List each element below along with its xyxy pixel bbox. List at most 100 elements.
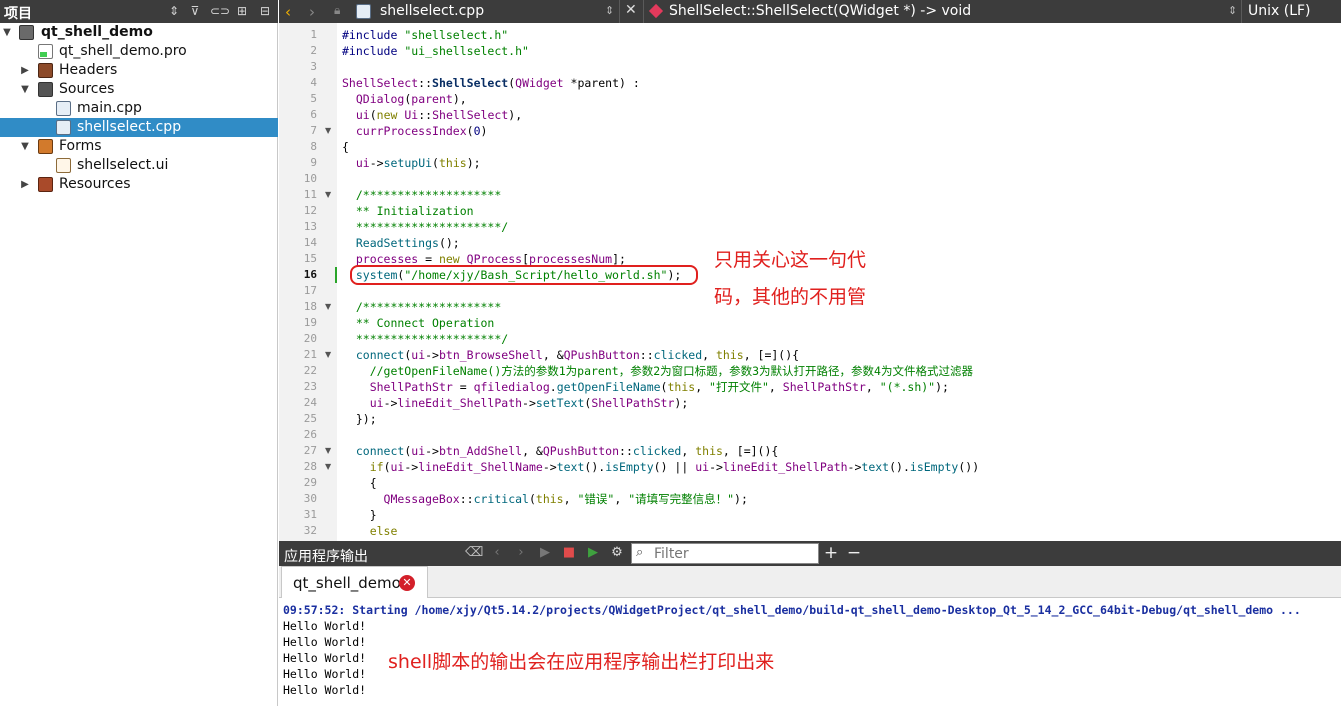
code-line: { xyxy=(342,476,377,490)
search-icon: ⌕ xyxy=(636,545,644,560)
filter-field[interactable]: ⌕ xyxy=(631,543,819,564)
code-line: currProcessIndex(0) xyxy=(355,124,488,138)
headers-folder-icon xyxy=(38,63,53,78)
tree-item-forms[interactable]: ▼ Forms xyxy=(0,137,278,156)
link-with-editor-icon[interactable]: ⊂⊃ xyxy=(210,3,230,19)
run-icon[interactable]: ▶ xyxy=(537,545,553,561)
previous-item-icon[interactable]: ‹ xyxy=(489,545,505,561)
fold-toggle-icon[interactable]: ▼ xyxy=(325,443,335,459)
fold-toggle-icon[interactable]: ▼ xyxy=(325,299,335,315)
forms-folder-icon xyxy=(38,139,53,154)
code-line: #include "shellselect.h" xyxy=(342,28,509,42)
code-line: ** Initialization xyxy=(342,204,474,218)
expand-arrow-icon[interactable]: ▼ xyxy=(1,23,13,42)
code-line: ReadSettings(); xyxy=(355,236,460,250)
line-number: 1 xyxy=(310,28,317,41)
line-number: 24 xyxy=(303,396,317,409)
tree-item-label: shellselect.ui xyxy=(77,157,169,173)
expand-arrow-icon[interactable]: ▼ xyxy=(19,80,31,99)
debug-run-icon[interactable]: ▶ xyxy=(585,545,601,561)
sources-folder-icon xyxy=(38,82,53,97)
tree-item-resources[interactable]: ▶ Resources xyxy=(0,175,278,194)
code-line: connect(ui->btn_BrowseShell, &QPushButto… xyxy=(355,348,800,362)
code-line: /******************** xyxy=(342,300,502,314)
updown-selector-icon[interactable]: ⇕ xyxy=(166,3,182,19)
tree-item-shellselect-cpp[interactable]: shellselect.cpp xyxy=(0,118,278,137)
fold-toggle-icon[interactable]: ▼ xyxy=(325,347,335,363)
code-line: ** Connect Operation xyxy=(342,316,495,330)
output-pane-title: 应用程序输出 xyxy=(284,549,368,565)
code-annotation-line1: 只用关心这一句代 xyxy=(714,249,867,271)
pro-file-icon xyxy=(38,44,53,59)
document-dropdown-icon[interactable]: ⇕ xyxy=(605,4,614,17)
next-item-icon[interactable]: › xyxy=(513,545,529,561)
tree-item-headers[interactable]: ▶ Headers xyxy=(0,61,278,80)
line-number: 25 xyxy=(303,412,317,425)
zoom-in-icon[interactable]: + xyxy=(823,545,839,562)
line-number: 28 xyxy=(303,460,317,473)
tree-item-label: Forms xyxy=(59,138,102,154)
code-line: { xyxy=(342,140,349,154)
navigate-back-icon[interactable]: ‹ xyxy=(285,3,291,21)
symbol-dropdown-icon[interactable]: ⇕ xyxy=(1228,4,1237,17)
tree-item-label: Sources xyxy=(59,81,115,97)
tree-item-label: shellselect.cpp xyxy=(77,119,182,135)
output-text-area[interactable]: 09:57:52: Starting /home/xjy/Qt5.14.2/pr… xyxy=(279,599,1341,706)
open-document-selector[interactable]: shellselect.cpp xyxy=(380,3,484,19)
code-line: QMessageBox::critical(this, "错误", "请填写完整… xyxy=(383,492,748,506)
code-line: if(ui->lineEdit_ShellName->text().isEmpt… xyxy=(369,460,980,474)
line-number: 6 xyxy=(310,108,317,121)
fold-toggle-icon[interactable]: ▼ xyxy=(325,123,335,139)
output-tab-bar: qt_shell_demo ✕ xyxy=(279,566,1341,598)
output-tab-qt-shell-demo[interactable]: qt_shell_demo ✕ xyxy=(281,566,428,598)
line-number: 3 xyxy=(310,60,317,73)
tree-item-pro-file[interactable]: qt_shell_demo.pro xyxy=(0,42,278,61)
tree-item-project[interactable]: ▼ qt_shell_demo xyxy=(0,23,278,42)
line-number: 4 xyxy=(310,76,317,89)
line-number: 8 xyxy=(310,140,317,153)
line-ending-selector[interactable]: Unix (LF) xyxy=(1248,3,1311,19)
tree-item-main-cpp[interactable]: main.cpp xyxy=(0,99,278,118)
line-number: 7 xyxy=(310,124,317,137)
tree-item-shellselect-ui[interactable]: shellselect.ui xyxy=(0,156,278,175)
close-tab-icon[interactable]: ✕ xyxy=(399,575,415,591)
code-annotation-line2: 码，其他的不用管 xyxy=(714,286,867,308)
line-number: 18 xyxy=(303,300,317,313)
split-pane-icon[interactable]: ⊞ xyxy=(234,3,250,19)
output-annotation: shell脚本的输出会在应用程序输出栏打印出来 xyxy=(388,651,775,673)
navigate-forward-icon[interactable]: › xyxy=(309,3,315,21)
line-number: 11 xyxy=(303,188,317,201)
collapsed-arrow-icon[interactable]: ▶ xyxy=(19,175,31,194)
fold-toggle-icon[interactable]: ▼ xyxy=(325,187,335,203)
project-pane-toolbar: 项目 ⇕ ⊽ ⊂⊃ ⊞ ⊟ xyxy=(0,0,278,23)
code-line: ui->lineEdit_ShellPath->setText(ShellPat… xyxy=(369,396,689,410)
line-number: 13 xyxy=(303,220,317,233)
output-line: Hello World! xyxy=(283,635,367,649)
stop-icon[interactable]: ■ xyxy=(561,545,577,561)
output-pane-toolbar: 应用程序输出 ⌫ ‹ › ▶ ■ ▶ ⚙ ⌕ + − xyxy=(279,541,1341,566)
fold-toggle-icon[interactable]: ▼ xyxy=(325,459,335,475)
filter-tree-icon[interactable]: ⊽ xyxy=(187,3,203,19)
settings-gear-icon[interactable]: ⚙ xyxy=(609,545,625,561)
line-number: 22 xyxy=(303,364,317,377)
line-number: 23 xyxy=(303,380,317,393)
tree-item-sources[interactable]: ▼ Sources xyxy=(0,80,278,99)
expand-arrow-icon[interactable]: ▼ xyxy=(19,137,31,156)
project-pane: 项目 ⇕ ⊽ ⊂⊃ ⊞ ⊟ ▼ qt_shell_demo qt_shell_d… xyxy=(0,0,278,706)
output-line: Hello World! xyxy=(283,619,367,633)
close-document-icon[interactable]: ✕ xyxy=(625,2,637,18)
project-pane-title: 项目 xyxy=(4,6,32,22)
clean-output-icon[interactable]: ⌫ xyxy=(465,545,483,561)
close-pane-icon[interactable]: ⊟ xyxy=(257,3,273,19)
line-number: 30 xyxy=(303,492,317,505)
project-icon xyxy=(19,25,34,40)
line-number: 19 xyxy=(303,316,317,329)
symbol-selector[interactable]: ShellSelect::ShellSelect(QWidget *) -> v… xyxy=(669,3,971,19)
collapsed-arrow-icon[interactable]: ▶ xyxy=(19,61,31,80)
code-line: else xyxy=(369,524,398,538)
filter-input[interactable] xyxy=(654,545,814,562)
output-start-line: 09:57:52: Starting /home/xjy/Qt5.14.2/pr… xyxy=(283,603,1301,617)
zoom-out-icon[interactable]: − xyxy=(846,545,862,562)
line-number: 15 xyxy=(303,252,317,265)
output-line: Hello World! xyxy=(283,683,367,697)
